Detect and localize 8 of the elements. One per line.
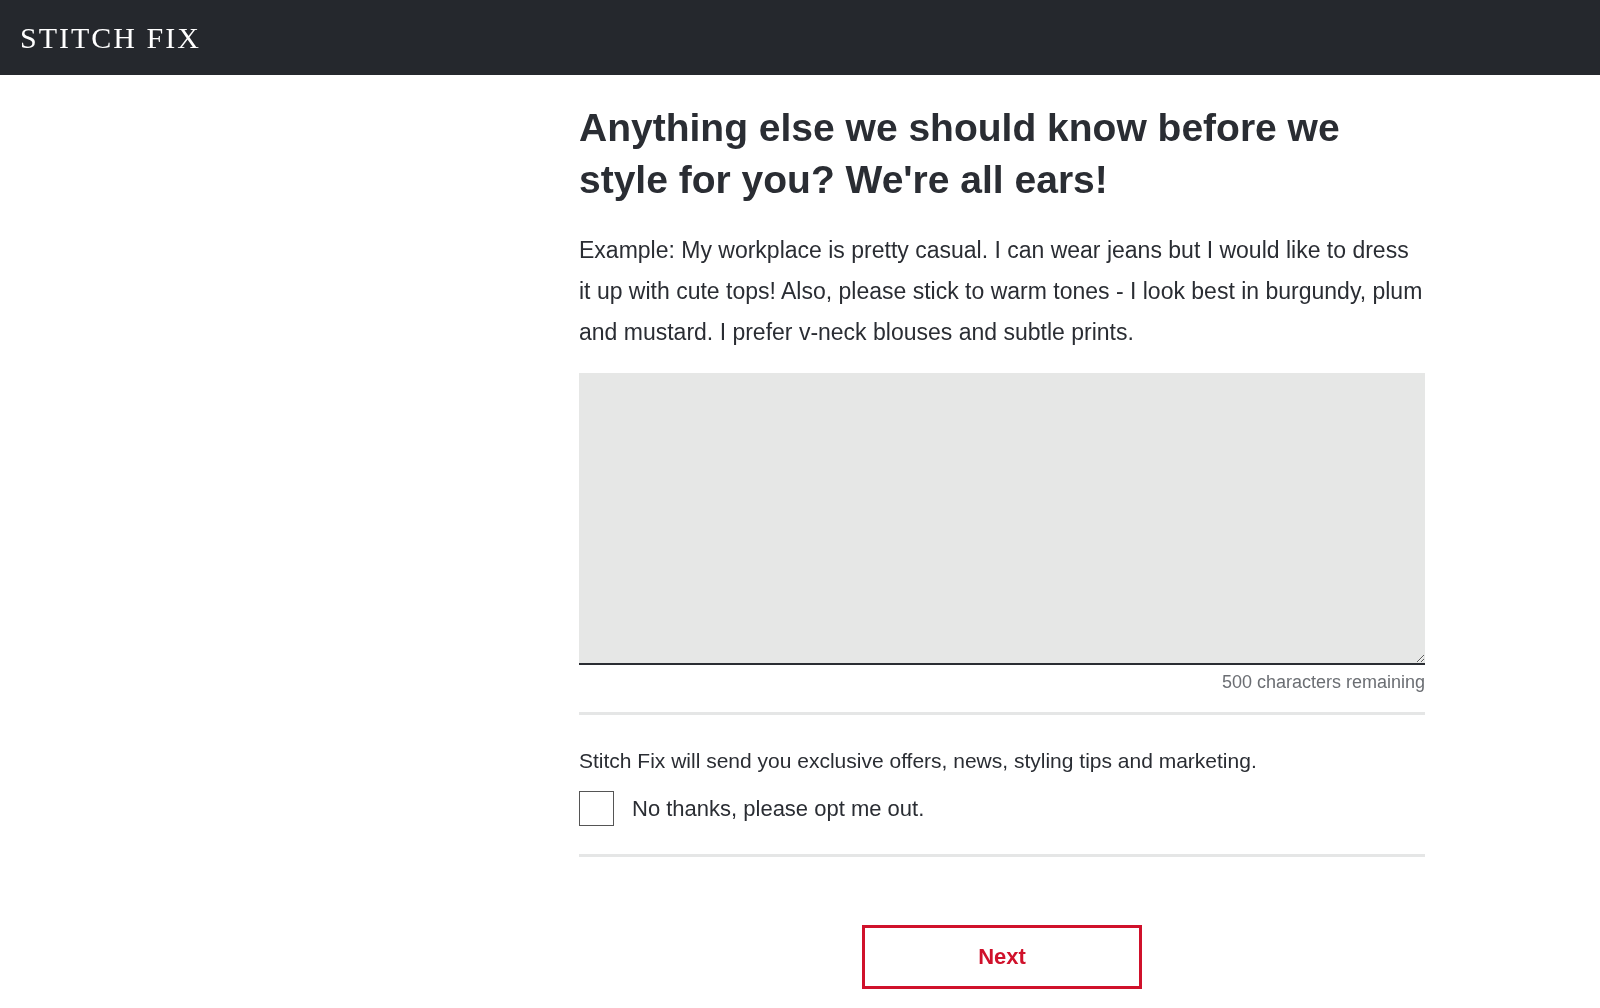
example-text: Example: My workplace is pretty casual. I can wear jeans but I would like to dress it up with cute tops! Also, please stick to warm tones - I look best in burgundy, plum and mustard. I prefer v-neck blouses and subtle prints. [579,236,1424,347]
logo[interactable]: STITCH FIX [20,15,201,60]
character-counter: 500 characters remaining [1221,671,1425,694]
opt-out-checkbox[interactable] [579,790,614,826]
next-button[interactable]: Next [862,924,1142,989]
question-title: Anything else we should know before we style for you? We're all ears! [579,105,1341,203]
opt-out-label[interactable]: No thanks, please opt me out. [632,791,925,825]
marketing-notice: Stitch Fix will send you exclusive offers, news, styling tips and marketing. [579,748,1258,774]
